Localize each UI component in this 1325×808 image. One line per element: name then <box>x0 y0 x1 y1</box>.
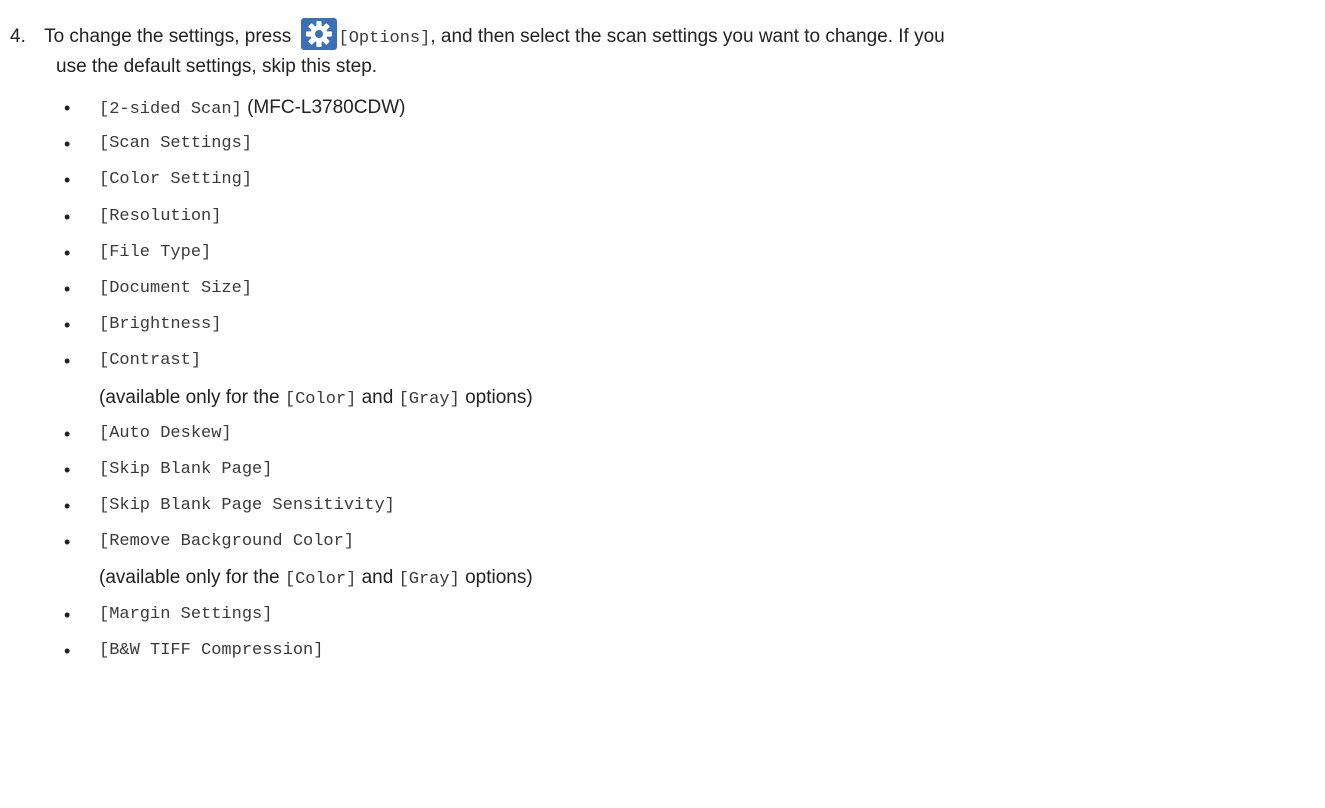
note-middle: and <box>356 567 399 589</box>
bullet-icon: • <box>64 459 71 480</box>
list-item: • [Auto Deskew] <box>0 416 1325 452</box>
step-text-line-2: use the default settings, skip this step… <box>56 56 378 77</box>
note-prefix: (available only for the <box>99 567 285 589</box>
setting-label: [File Type] <box>99 242 212 262</box>
list-item: • [Color Setting] <box>0 162 1325 198</box>
setting-label: [Color Setting] <box>99 170 253 190</box>
setting-label: [Document Size] <box>99 278 253 298</box>
setting-label: [Resolution] <box>99 206 222 226</box>
setting-label: [2-sided Scan] <box>99 100 242 119</box>
bullet-icon: • <box>64 604 71 625</box>
list-item: • [Document Size] <box>0 271 1325 307</box>
list-item: • [Contrast] <box>0 343 1325 379</box>
setting-label: [B&W TIFF Compression] <box>99 640 324 660</box>
step-text-before-icon: To change the settings, press <box>44 26 297 47</box>
setting-model-note: (MFC-L3780CDW) <box>241 97 406 118</box>
bullet-icon: • <box>64 532 71 553</box>
bullet-icon: • <box>64 351 71 372</box>
bullet-icon: • <box>64 242 71 263</box>
gear-icon <box>300 18 337 50</box>
step-number: 4. <box>10 26 26 47</box>
bullet-icon: • <box>64 496 71 517</box>
bullet-icon: • <box>64 170 71 191</box>
note-option-gray: [Gray] <box>398 389 460 409</box>
scan-settings-list: • [2-sided Scan] (MFC-L3780CDW) • [Scan … <box>0 90 1325 669</box>
setting-label: [Skip Blank Page] <box>99 459 273 479</box>
list-item: • [B&W TIFF Compression] <box>0 633 1325 669</box>
note-option-gray: [Gray] <box>398 570 460 590</box>
list-item: • [Brightness] <box>0 307 1325 343</box>
list-item: • [2-sided Scan] (MFC-L3780CDW) <box>0 90 1325 126</box>
note-suffix: options) <box>459 386 533 408</box>
setting-label: [Contrast] <box>99 351 202 371</box>
setting-label: [Skip Blank Page Sensitivity] <box>99 496 395 516</box>
availability-note: (available only for the [Color] and [Gra… <box>0 560 1325 596</box>
bullet-icon: • <box>64 98 71 118</box>
setting-label: [Brightness] <box>99 315 222 335</box>
step-instruction-line-2: use the default settings, skip this step… <box>56 54 1325 80</box>
bullet-icon: • <box>64 423 71 444</box>
setting-label: [Margin Settings] <box>99 604 273 624</box>
note-option-color: [Color] <box>284 389 357 409</box>
list-item: • [Margin Settings] <box>0 597 1325 633</box>
bullet-icon: • <box>64 278 71 299</box>
step-instruction-line-1: 4. To change the settings, press [Option… <box>10 18 1315 52</box>
setting-label: [Remove Background Color] <box>99 532 355 552</box>
bullet-icon: • <box>64 640 71 661</box>
note-option-color: [Color] <box>284 570 357 590</box>
note-middle: and <box>356 386 399 408</box>
bullet-icon: • <box>64 134 71 155</box>
options-button-label: [Options] <box>338 29 431 48</box>
note-prefix: (available only for the <box>99 386 285 408</box>
setting-label: [Auto Deskew] <box>99 423 232 443</box>
step-text-after-icon: , and then select the scan settings you … <box>430 26 945 47</box>
list-item: • [Remove Background Color] <box>0 524 1325 560</box>
list-item: • [Resolution] <box>0 199 1325 235</box>
list-item: • [Skip Blank Page] <box>0 452 1325 488</box>
note-suffix: options) <box>459 567 533 589</box>
list-item: • [File Type] <box>0 235 1325 271</box>
bullet-icon: • <box>64 315 71 336</box>
list-item: • [Scan Settings] <box>0 126 1325 162</box>
list-item: • [Skip Blank Page Sensitivity] <box>0 488 1325 524</box>
availability-note: (available only for the [Color] and [Gra… <box>0 380 1325 416</box>
bullet-icon: • <box>64 206 71 227</box>
setting-label: [Scan Settings] <box>99 134 253 154</box>
